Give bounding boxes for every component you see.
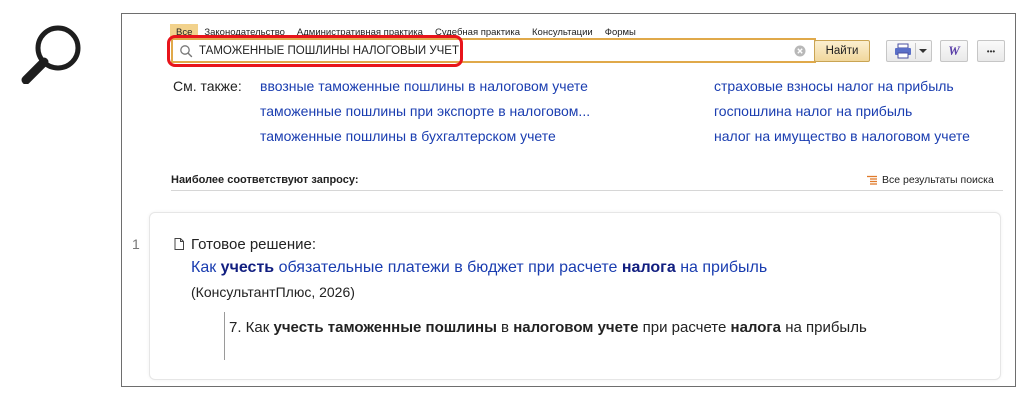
clear-icon[interactable]: [794, 45, 806, 57]
result-number: 1: [132, 236, 140, 252]
see-also-link[interactable]: таможенные пошлины в бухгалтерском учете: [260, 128, 556, 144]
snippet-text: на прибыль: [781, 319, 867, 336]
header-divider: [171, 190, 1003, 191]
snippet-keyword: налога: [730, 319, 782, 336]
export-word-button[interactable]: W: [940, 40, 968, 62]
more-button[interactable]: •••: [977, 40, 1005, 62]
print-button[interactable]: [886, 40, 932, 62]
document-icon: [174, 238, 184, 250]
title-keyword: учесть: [220, 259, 275, 276]
see-also-link[interactable]: налог на имущество в налоговом учете: [714, 128, 970, 144]
title-text: обязательные платежи в бюджет при расчет…: [274, 259, 622, 276]
search-box: [171, 38, 816, 63]
search-icon: [180, 44, 193, 57]
snippet-keyword: налоговом учете: [513, 319, 639, 336]
see-also-link[interactable]: таможенные пошлины при экспорте в налого…: [260, 103, 590, 119]
see-also-label: См. также:: [173, 78, 242, 94]
snippet-keyword: учесть таможенные пошлины: [273, 319, 497, 336]
title-text: на прибыль: [675, 259, 768, 276]
title-keyword: налога: [621, 259, 676, 276]
title-text: Как: [191, 259, 221, 276]
all-results-link[interactable]: Все результаты поиска: [867, 174, 994, 186]
search-input[interactable]: [193, 40, 794, 61]
list-icon: [867, 175, 877, 185]
snippet-text: 7. Как: [229, 319, 274, 336]
result-type-label: Готовое решение:: [191, 236, 317, 253]
all-results-label: Все результаты поиска: [882, 174, 994, 186]
see-also-link[interactable]: госпошлина налог на прибыль: [714, 103, 912, 119]
chevron-down-icon[interactable]: [918, 47, 928, 55]
snippet-text: при расчете: [638, 319, 731, 336]
result-title-link[interactable]: Как учесть обязательные платежи в бюджет…: [191, 259, 767, 277]
see-also-link[interactable]: страховые взносы налог на прибыль: [714, 78, 954, 94]
result-source: (КонсультантПлюс, 2026): [191, 284, 355, 300]
printer-icon: [895, 43, 911, 59]
word-icon: W: [948, 43, 960, 58]
search-window: Все Законодательство Административная пр…: [121, 13, 1016, 387]
most-relevant-heading: Наиболее соответствуют запросу:: [171, 174, 359, 186]
toolbar-separator: [915, 43, 916, 59]
find-button[interactable]: Найти: [814, 40, 870, 62]
more-icon: •••: [986, 46, 996, 56]
magnifier-icon: [21, 25, 81, 84]
snippet-bar: [224, 312, 225, 360]
see-also-link[interactable]: ввозные таможенные пошлины в налоговом у…: [260, 78, 588, 94]
result-snippet[interactable]: 7. Как учесть таможенные пошлины в налог…: [229, 317, 949, 338]
snippet-text: в: [496, 319, 514, 336]
